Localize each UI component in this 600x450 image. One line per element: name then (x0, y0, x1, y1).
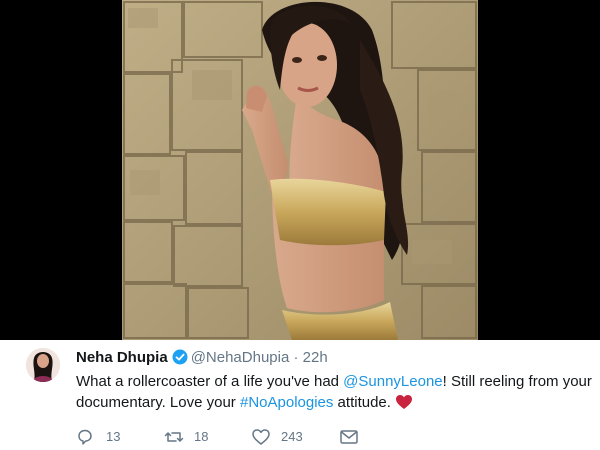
like-icon (252, 429, 270, 445)
tweet-timestamp[interactable]: 22h (303, 349, 328, 366)
retweet-icon (164, 432, 184, 442)
tweet-card: Neha Dhupia @NehaDhupia · 22h What a roll… (0, 340, 600, 450)
header-separator: · (293, 349, 299, 366)
author-name[interactable]: Neha Dhupia (76, 349, 168, 366)
tweet-text-part-3: attitude. (333, 394, 391, 411)
hashtag-link[interactable]: #NoApologies (240, 394, 333, 411)
mention-link[interactable]: @SunnyLeone (343, 373, 442, 390)
tweet-text-part-1: What a rollercoaster of a life you've ha… (76, 373, 344, 390)
photo-illustration (122, 0, 478, 340)
tweet-photo[interactable] (122, 0, 478, 340)
retweet-count: 18 (194, 429, 209, 444)
photo-backdrop (0, 0, 600, 340)
red-heart-icon (395, 394, 413, 416)
avatar[interactable] (26, 348, 60, 382)
tweet-header: Neha Dhupia @NehaDhupia · 22h (76, 348, 328, 368)
author-handle[interactable]: @NehaDhupia (191, 349, 290, 366)
avatar-image (26, 348, 60, 382)
tweet-text: What a rollercoaster of a life you've ha… (76, 371, 596, 416)
verified-badge-icon (172, 349, 188, 371)
reply-count: 13 (106, 429, 121, 444)
direct-message-icon (340, 430, 358, 444)
reply-icon (78, 429, 92, 445)
like-count: 243 (281, 429, 303, 444)
